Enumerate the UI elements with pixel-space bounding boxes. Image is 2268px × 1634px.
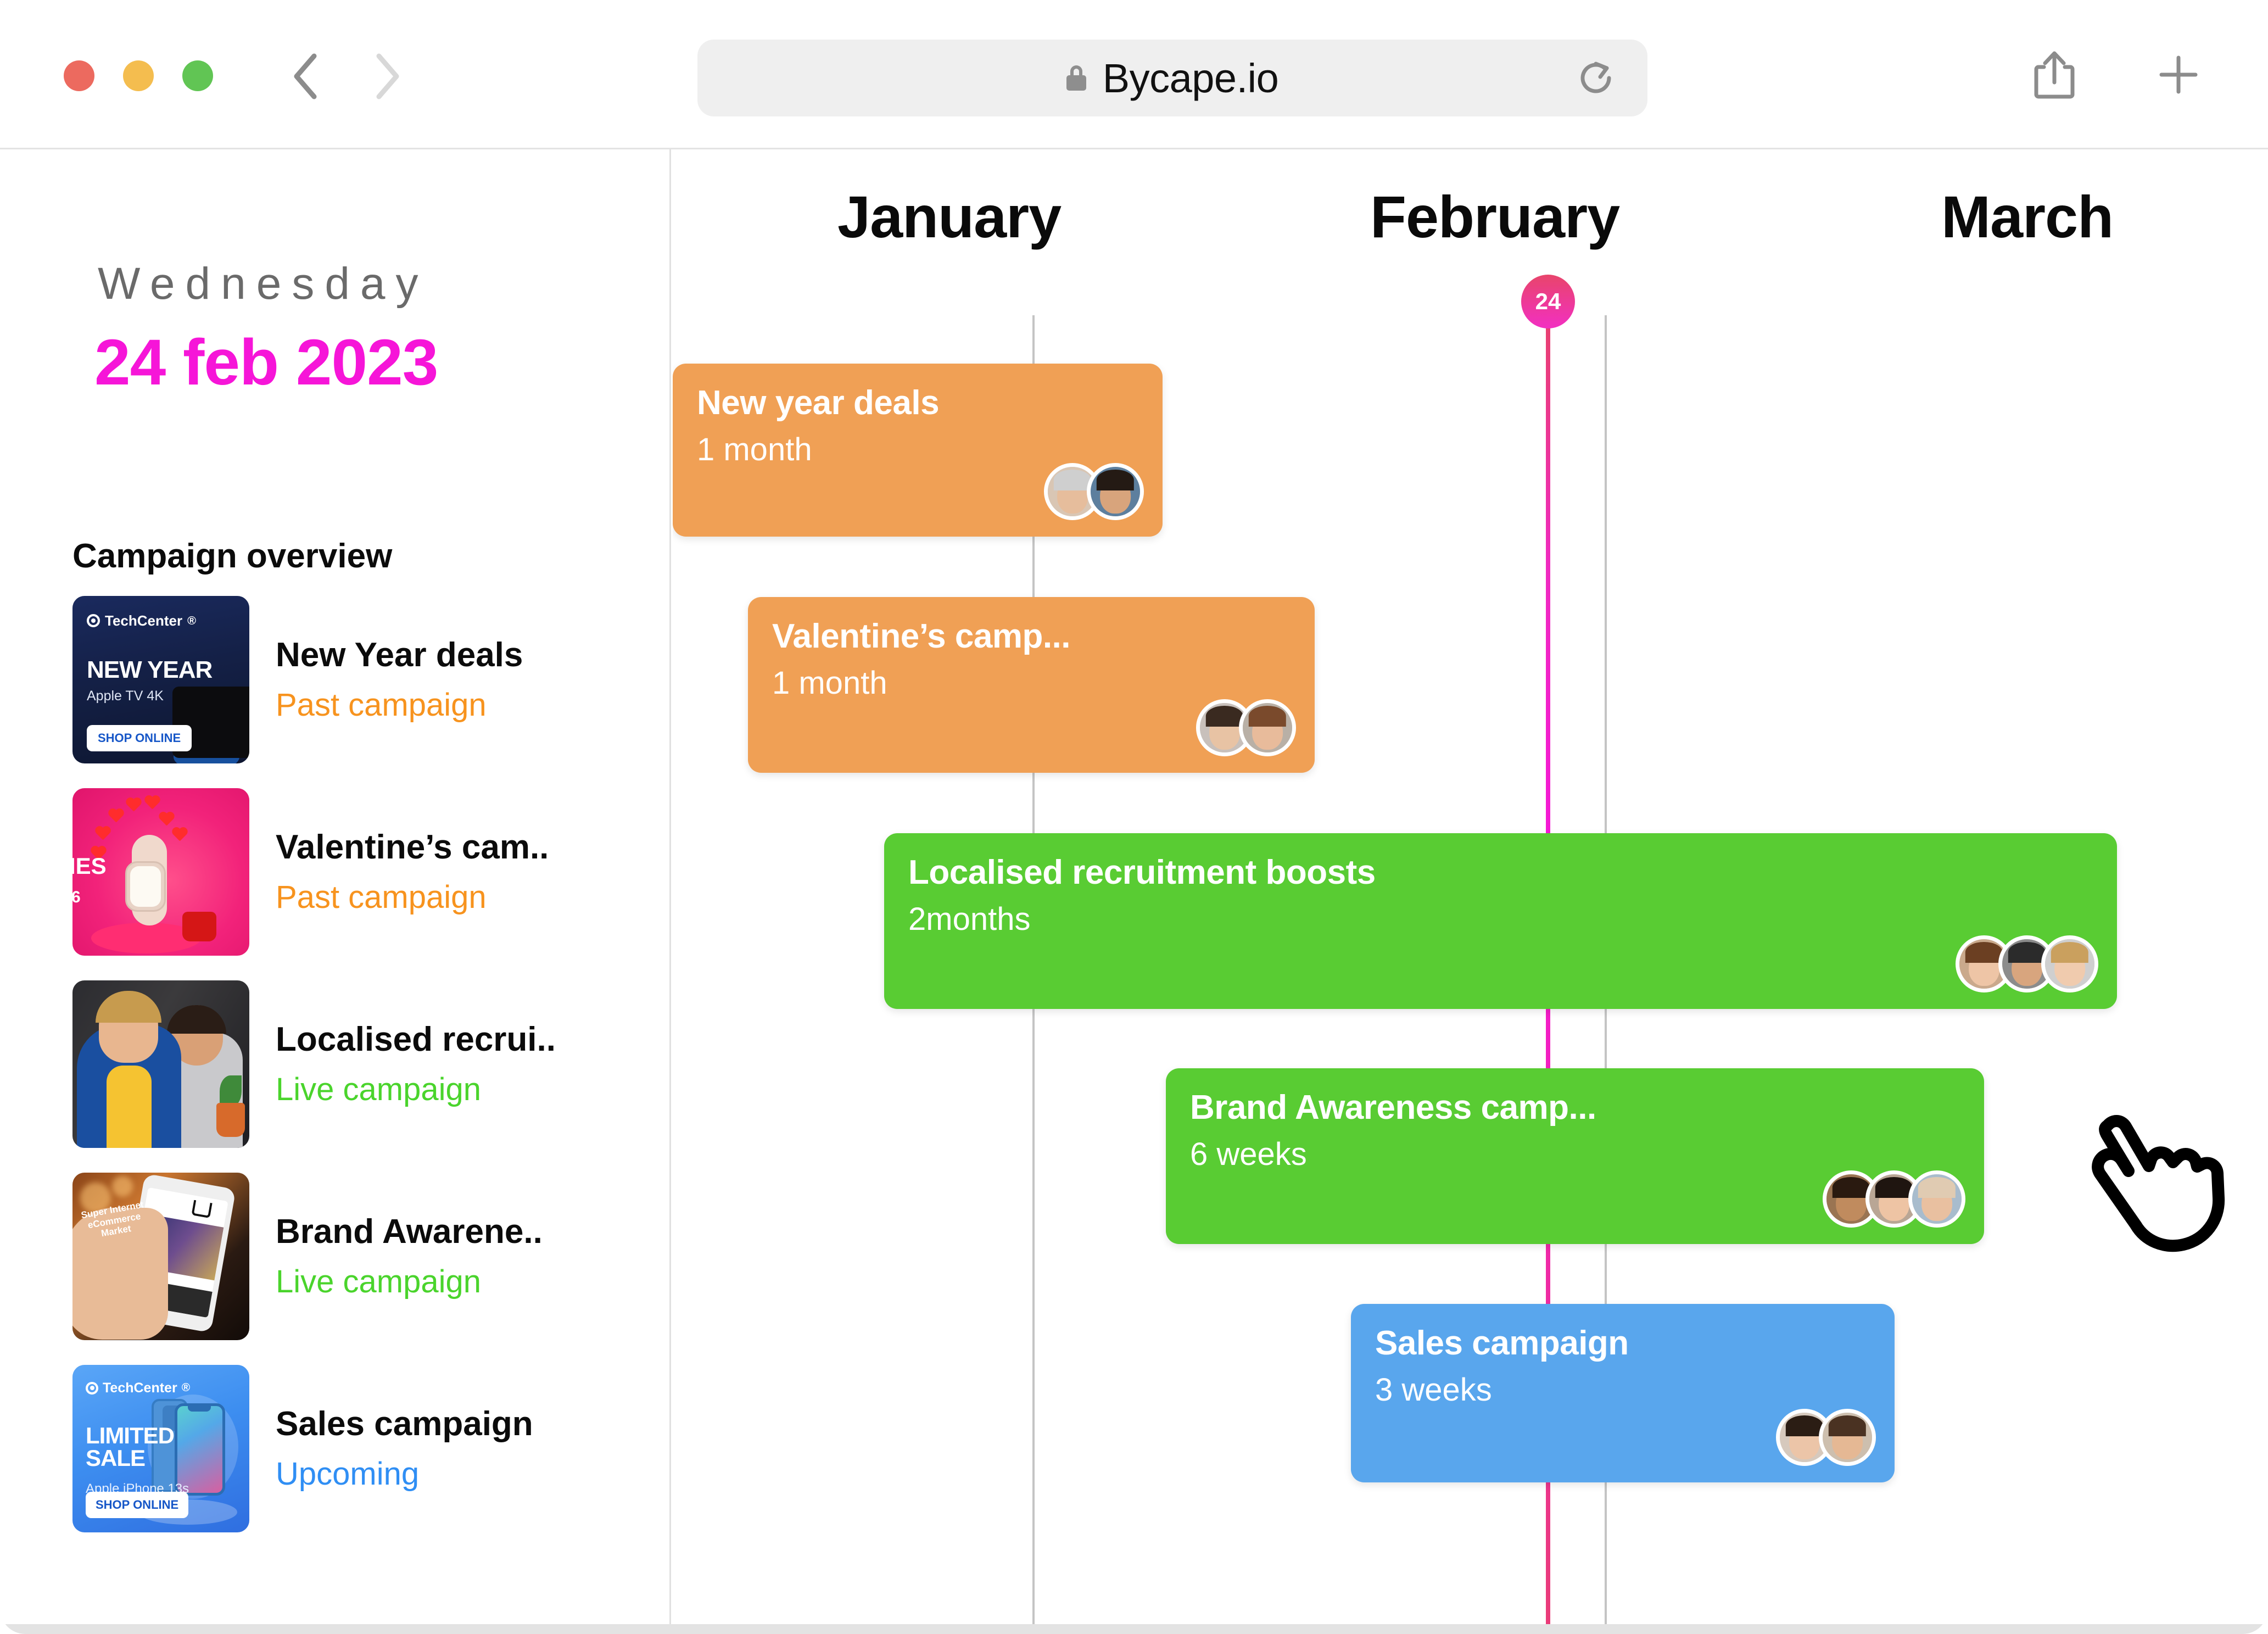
forward-button[interactable]: [351, 41, 423, 112]
avatar[interactable]: [1239, 699, 1296, 756]
chevron-left-icon: [294, 53, 317, 99]
campaign-name: Localised recrui..: [276, 1020, 556, 1058]
campaign-list: TechCenter ® NEW YEAR Apple TV 4K SHOP ON…: [72, 583, 622, 1544]
maximize-window-button[interactable]: [182, 60, 213, 91]
bar-title: Brand Awareness camp...: [1190, 1089, 1596, 1126]
campaign-thumbnail-valentines[interactable]: IES 6: [72, 788, 249, 956]
campaign-name: Brand Awarene..: [276, 1213, 543, 1251]
bar-duration: 1 month: [697, 432, 812, 467]
bar-title: New year deals: [697, 384, 940, 422]
timeline-month-header: January February March: [673, 149, 2268, 276]
close-window-button[interactable]: [64, 60, 94, 91]
toolbar-actions: [2031, 48, 2202, 101]
timeline-bar-sales-campaign[interactable]: Sales campaign 3 weeks: [1351, 1304, 1895, 1482]
avatar[interactable]: [2041, 935, 2098, 992]
timeline-bar-valentines-campaign[interactable]: Valentine’s camp... 1 month: [748, 597, 1315, 773]
campaign-status: Live campaign: [276, 1264, 481, 1300]
current-date-label: 24 feb 2023: [94, 326, 438, 399]
thumb-number: 6: [72, 888, 81, 906]
back-button[interactable]: [269, 41, 340, 112]
bar-duration: 3 weeks: [1375, 1372, 1492, 1408]
bar-title: Localised recruitment boosts: [908, 854, 1376, 891]
thumb-headline: NEW YEAR: [87, 656, 213, 683]
page-content: Wednesday 24 feb 2023 Campaign overview …: [0, 149, 2268, 1634]
bar-title: Sales campaign: [1375, 1324, 1629, 1362]
thumb-headline: IES: [72, 852, 107, 879]
campaign-thumbnail-new-year[interactable]: TechCenter ® NEW YEAR Apple TV 4K SHOP ON…: [72, 595, 249, 763]
timeline-bar-localised-recruitment-boosts[interactable]: Localised recruitment boosts 2months: [884, 833, 2117, 1009]
avatar[interactable]: [1908, 1170, 1965, 1228]
window-controls: [64, 60, 213, 91]
techcenter-logo: TechCenter ®: [87, 612, 196, 629]
month-label-february: February: [1370, 183, 1620, 250]
thumb-cta: SHOP ONLINE: [87, 724, 192, 751]
techcenter-logo: TechCenter ®: [86, 1380, 190, 1396]
campaign-status: Past campaign: [276, 687, 487, 723]
thumb-cta: SHOP ONLINE: [86, 1491, 189, 1518]
address-bar[interactable]: Bycape.io: [697, 40, 1647, 116]
campaign-thumbnail-sales[interactable]: TechCenter ® LIMITED SALE Apple iPhone 13…: [72, 1364, 249, 1532]
campaign-status: Upcoming: [276, 1456, 420, 1492]
chevron-right-icon: [376, 53, 399, 99]
list-item[interactable]: Super Internet eCommerce Market Brand Aw…: [72, 1160, 622, 1352]
campaign-thumbnail-localised-recruitment[interactable]: [72, 980, 249, 1148]
month-label-march: March: [1941, 183, 2114, 250]
list-item[interactable]: TechCenter ® LIMITED SALE Apple iPhone 13…: [72, 1352, 622, 1544]
reload-icon[interactable]: [1575, 57, 1617, 99]
avatar[interactable]: [1087, 463, 1144, 520]
bar-avatar-group[interactable]: [1196, 699, 1296, 756]
bar-avatar-group[interactable]: [1776, 1409, 1876, 1466]
plus-icon[interactable]: [2155, 51, 2202, 98]
campaign-name: New Year deals: [276, 636, 523, 674]
today-marker-badge: 24: [1521, 275, 1575, 328]
shopping-cart-icon: [191, 1200, 213, 1218]
minimize-window-button[interactable]: [123, 60, 154, 91]
bar-avatar-group[interactable]: [1956, 935, 2098, 992]
hand-pointer-cursor: [2092, 1115, 2225, 1252]
day-of-week-label: Wednesday: [98, 259, 429, 309]
timeline-panel: January February March 24 New year deals…: [673, 149, 2268, 1634]
thumb-headline-line1: LIMITED: [86, 1422, 175, 1448]
url-text: Bycape.io: [1102, 55, 1279, 101]
campaign-overview-heading: Campaign overview: [72, 537, 393, 575]
bar-avatar-group[interactable]: [1823, 1170, 1965, 1228]
campaign-thumbnail-brand-awareness[interactable]: Super Internet eCommerce Market: [72, 1172, 249, 1340]
thumb-headline-line2: SALE: [86, 1445, 146, 1471]
timeline-bar-brand-awareness-campaign[interactable]: Brand Awareness camp... 6 weeks: [1166, 1068, 1984, 1244]
avatar[interactable]: [1819, 1409, 1876, 1466]
list-item[interactable]: Localised recrui.. Live campaign: [72, 968, 622, 1160]
bar-title: Valentine’s camp...: [772, 617, 1071, 655]
share-icon[interactable]: [2031, 48, 2078, 101]
bar-avatar-group[interactable]: [1044, 463, 1144, 520]
bar-duration: 2months: [908, 901, 1031, 937]
browser-window: Bycape.io Wednesday 24 feb 2023 Campaign: [0, 0, 2268, 1634]
thumb-product: Apple TV 4K: [87, 688, 164, 704]
browser-toolbar: Bycape.io: [0, 0, 2268, 149]
timeline-bar-new-year-deals[interactable]: New year deals 1 month: [673, 364, 1163, 537]
campaign-status: Live campaign: [276, 1072, 481, 1107]
campaign-status: Past campaign: [276, 879, 487, 915]
list-item[interactable]: TechCenter ® NEW YEAR Apple TV 4K SHOP ON…: [72, 583, 622, 776]
bar-duration: 6 weeks: [1190, 1136, 1307, 1172]
list-item[interactable]: IES 6 Valentine’s cam.. Past campaign: [72, 776, 622, 968]
bar-duration: 1 month: [772, 665, 887, 701]
campaign-name: Valentine’s cam..: [276, 828, 549, 866]
sidebar: Wednesday 24 feb 2023 Campaign overview …: [0, 149, 671, 1634]
window-bottom-edge: [0, 1624, 2268, 1634]
lock-icon: [1066, 65, 1086, 91]
month-label-january: January: [837, 183, 1062, 250]
campaign-name: Sales campaign: [276, 1405, 533, 1443]
